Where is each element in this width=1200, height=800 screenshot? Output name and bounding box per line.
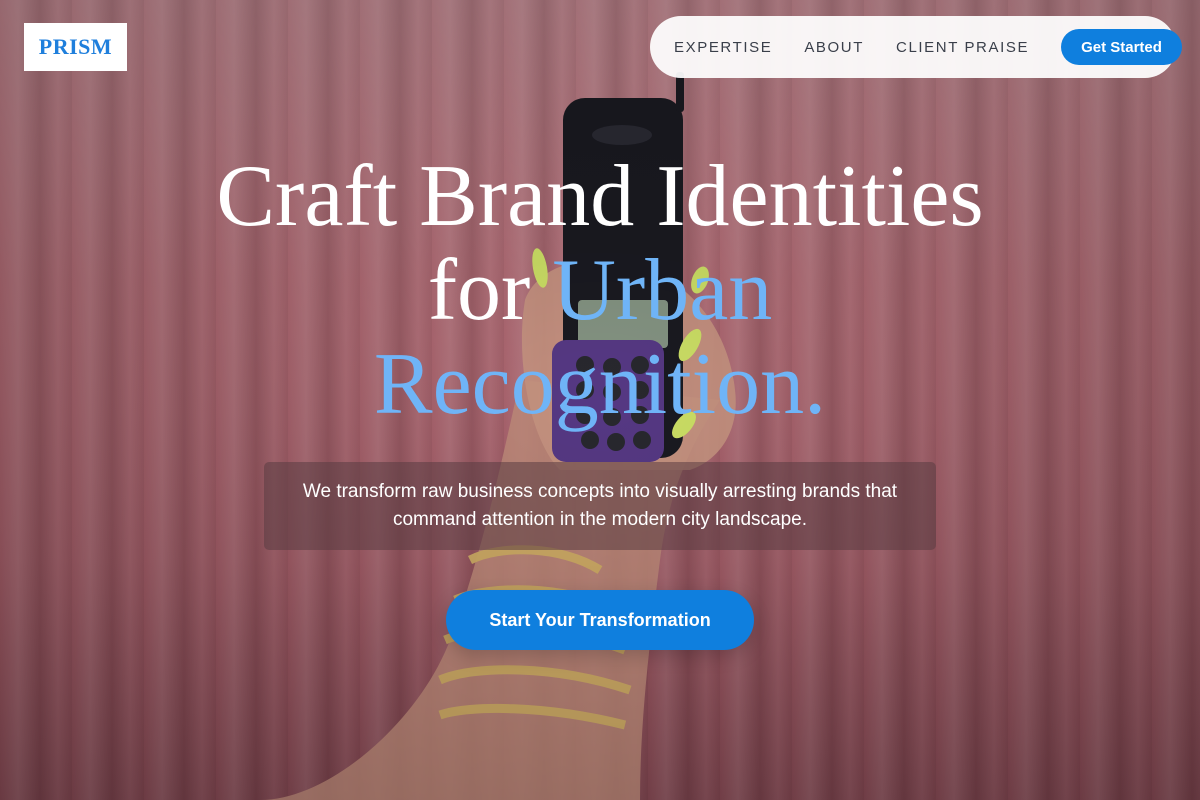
hero-subtitle-text: We transform raw business concepts into … [302,481,898,530]
headline-line-1: Craft Brand Identities [216,148,984,245]
brand-logo[interactable]: PRISM [24,23,127,71]
hero-subtitle: We transform raw business concepts into … [264,462,936,550]
headline-for: for [427,242,553,339]
hero-headline: Craft Brand Identities for Urban Recogni… [0,150,1200,432]
get-started-button[interactable]: Get Started [1061,29,1182,65]
headline-accent-urban: Urban [552,242,773,339]
nav-link-about[interactable]: ABOUT [804,39,864,56]
nav-link-expertise[interactable]: EXPERTISE [674,39,772,56]
start-transformation-button[interactable]: Start Your Transformation [446,590,754,650]
top-navigation: EXPERTISE ABOUT CLIENT PRAISE Get Starte… [650,16,1182,78]
headline-accent-recognition: Recognition. [373,336,827,433]
nav-link-client-praise[interactable]: CLIENT PRAISE [896,39,1029,56]
